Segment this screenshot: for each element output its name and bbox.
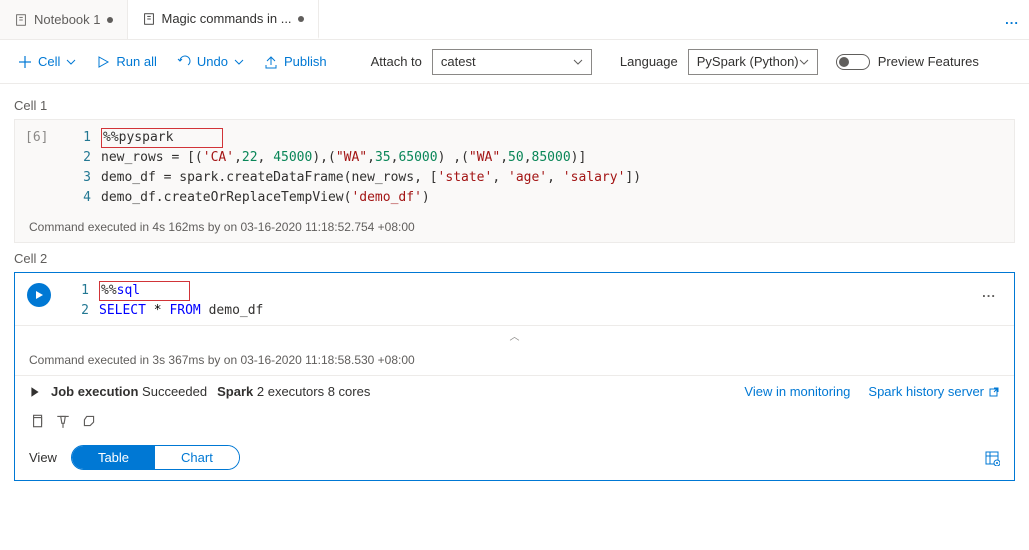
cell-2: 12 %%sql SELECT * FROM demo_df ... ︿ Com… — [14, 272, 1015, 481]
language-label: Language — [620, 54, 678, 69]
cell-2-status: Command executed in 3s 367ms by on 03-16… — [15, 345, 1014, 375]
tab-label: Magic commands in ... — [162, 11, 292, 26]
output-toolbar — [15, 407, 1014, 435]
notebook-icon — [14, 13, 28, 27]
line-gutter: 12 — [71, 281, 99, 321]
run-all-button[interactable]: Run all — [88, 50, 164, 73]
chevron-down-icon — [234, 57, 244, 67]
view-chart-button[interactable]: Chart — [155, 446, 239, 469]
publish-icon — [264, 55, 278, 69]
code-editor[interactable]: %%pyspark new_rows = [('CA',22, 45000),(… — [101, 128, 641, 208]
table-settings-icon[interactable] — [984, 450, 1000, 466]
tab-bar: Notebook 1 Magic commands in ... ... — [0, 0, 1029, 40]
erase-icon[interactable] — [81, 413, 97, 429]
tab-notebook-1[interactable]: Notebook 1 — [0, 0, 128, 39]
tab-magic-commands[interactable]: Magic commands in ... — [128, 0, 319, 39]
notebook-icon — [142, 12, 156, 26]
toggle-switch-icon — [836, 54, 870, 70]
attach-to-value: catest — [441, 54, 476, 69]
magic-command-highlight: %%sql — [99, 281, 190, 301]
view-in-monitoring-link[interactable]: View in monitoring — [744, 384, 850, 399]
attach-to-label: Attach to — [371, 54, 422, 69]
cell-more-button[interactable]: ... — [974, 281, 1004, 304]
unsaved-dot-icon — [298, 16, 304, 22]
cell-2-label: Cell 2 — [14, 251, 1015, 266]
notebook-content: Cell 1 [6] 1234 %%pyspark new_rows = [('… — [0, 84, 1029, 481]
job-execution-row: Job execution Succeeded Spark 2 executor… — [15, 375, 1014, 407]
tab-label: Notebook 1 — [34, 12, 101, 27]
chevron-down-icon — [66, 57, 76, 67]
publish-label: Publish — [284, 54, 327, 69]
copy-icon[interactable] — [29, 413, 45, 429]
exec-count: [6] — [25, 128, 73, 208]
undo-icon — [177, 55, 191, 69]
spark-history-link[interactable]: Spark history server — [868, 384, 1000, 399]
preview-label: Preview Features — [878, 54, 979, 69]
cell-1: [6] 1234 %%pyspark new_rows = [('CA',22,… — [14, 119, 1015, 243]
cell-button[interactable]: Cell — [10, 50, 84, 73]
language-value: PySpark (Python) — [697, 54, 799, 69]
cell-1-status: Command executed in 4s 162ms by on 03-16… — [15, 212, 1014, 242]
chevron-down-icon — [573, 57, 583, 67]
view-table-button[interactable]: Table — [72, 446, 155, 469]
line-gutter: 1234 — [73, 128, 101, 208]
run-cell-button[interactable] — [27, 283, 51, 307]
job-execution-label: Job execution Succeeded — [51, 384, 207, 399]
spark-detail: Spark 2 executors 8 cores — [217, 384, 370, 399]
publish-button[interactable]: Publish — [256, 50, 335, 73]
attach-to-select[interactable]: catest — [432, 49, 592, 75]
view-row: View Table Chart — [15, 435, 1014, 480]
expand-icon[interactable] — [29, 386, 41, 398]
cell-label: Cell — [38, 54, 60, 69]
view-mode-pill: Table Chart — [71, 445, 240, 470]
plus-icon — [18, 55, 32, 69]
play-icon — [96, 55, 110, 69]
preview-features-toggle[interactable]: Preview Features — [836, 54, 987, 70]
view-label: View — [29, 450, 57, 465]
external-link-icon — [988, 386, 1000, 398]
collapse-toggle[interactable]: ︿ — [15, 325, 1014, 345]
chevron-down-icon — [799, 57, 809, 67]
undo-label: Undo — [197, 54, 228, 69]
code-editor[interactable]: %%sql SELECT * FROM demo_df — [99, 281, 974, 321]
unsaved-dot-icon — [107, 17, 113, 23]
toolbar: Cell Run all Undo Publish Attach to cate… — [0, 40, 1029, 84]
undo-button[interactable]: Undo — [169, 50, 252, 73]
play-icon — [34, 290, 44, 300]
tabs-more-button[interactable]: ... — [995, 12, 1029, 27]
pin-icon[interactable] — [55, 413, 71, 429]
language-select[interactable]: PySpark (Python) — [688, 49, 818, 75]
run-all-label: Run all — [116, 54, 156, 69]
magic-command-highlight: %%pyspark — [101, 128, 223, 148]
cell-1-label: Cell 1 — [14, 98, 1015, 113]
